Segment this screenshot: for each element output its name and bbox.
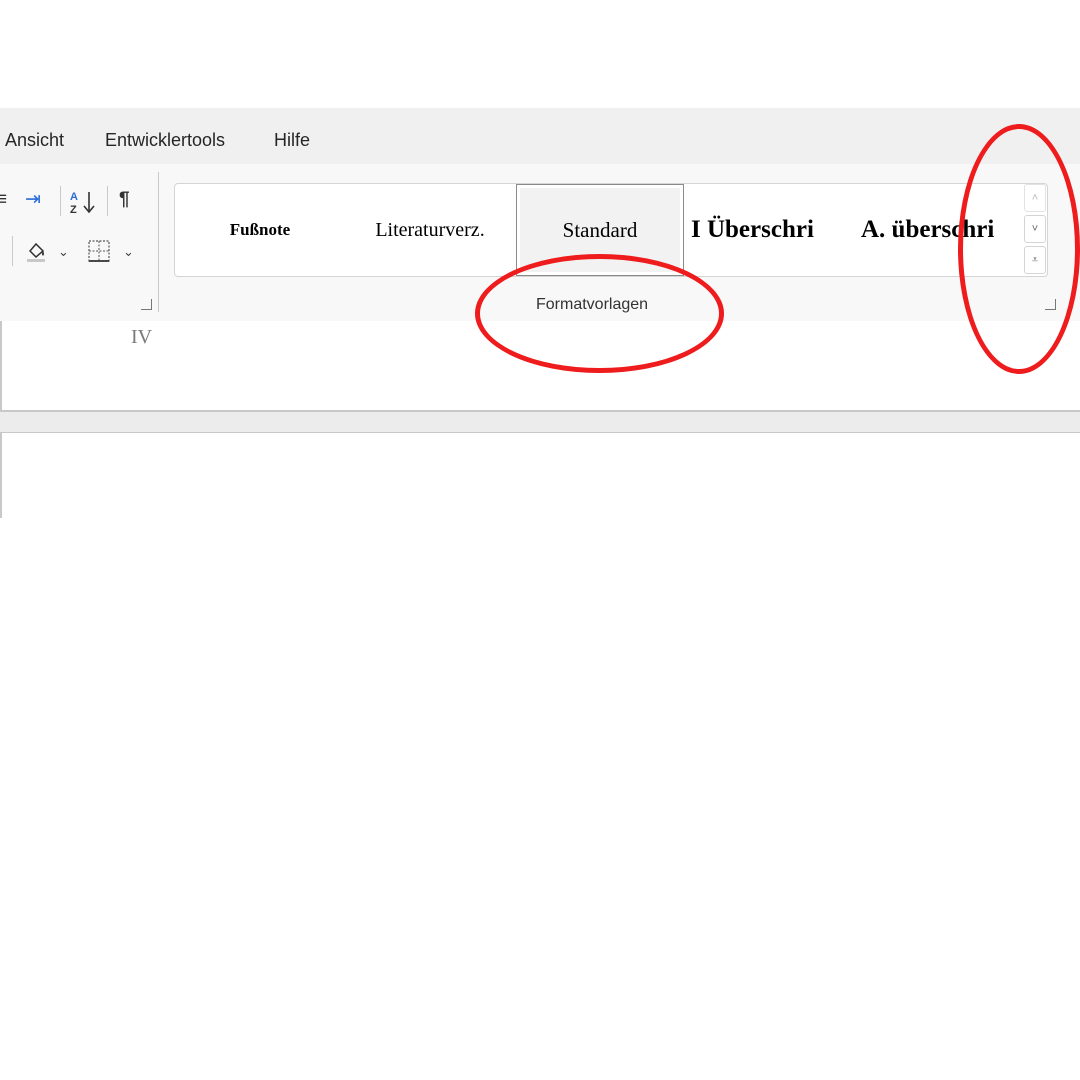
style-label: Standard [562, 217, 638, 242]
paragraph-dialog-launcher-icon[interactable] [141, 299, 152, 310]
annotation-ellipse-scroll-buttons [958, 124, 1080, 374]
style-bibliography[interactable]: Literaturverz. [345, 184, 515, 276]
style-label: Fußnote [229, 220, 291, 239]
tab-entwicklertools[interactable]: Entwicklertools [105, 130, 225, 151]
svg-text:Z: Z [70, 204, 77, 216]
style-heading-1[interactable]: I Überschri [691, 184, 849, 276]
page-gap [0, 412, 1080, 432]
style-label: Literaturverz. [375, 218, 485, 241]
separator [107, 186, 108, 216]
sort-icon[interactable]: A Z [68, 188, 100, 216]
tab-ansicht[interactable]: Ansicht [5, 130, 64, 151]
increase-indent-icon[interactable]: ⇥ [25, 190, 41, 209]
pilcrow-icon[interactable]: ¶ [119, 190, 130, 209]
chevron-down-icon[interactable]: ⌄ [58, 244, 69, 260]
separator [60, 186, 61, 216]
svg-text:A: A [70, 191, 78, 203]
group-separator [158, 172, 159, 312]
borders-icon[interactable] [86, 238, 112, 264]
bullets-icon[interactable]: ≡ [0, 190, 7, 209]
style-label: I Überschri [691, 216, 814, 243]
style-footnote[interactable]: Fußnote [175, 184, 345, 276]
separator [12, 236, 13, 266]
shading-icon[interactable] [24, 238, 50, 264]
page-number: IV [131, 326, 153, 348]
chevron-down-icon[interactable]: ⌄ [123, 244, 134, 260]
annotation-ellipse-formatvorlagen [475, 254, 724, 373]
document-page[interactable] [0, 432, 1080, 518]
tab-hilfe[interactable]: Hilfe [274, 130, 310, 151]
